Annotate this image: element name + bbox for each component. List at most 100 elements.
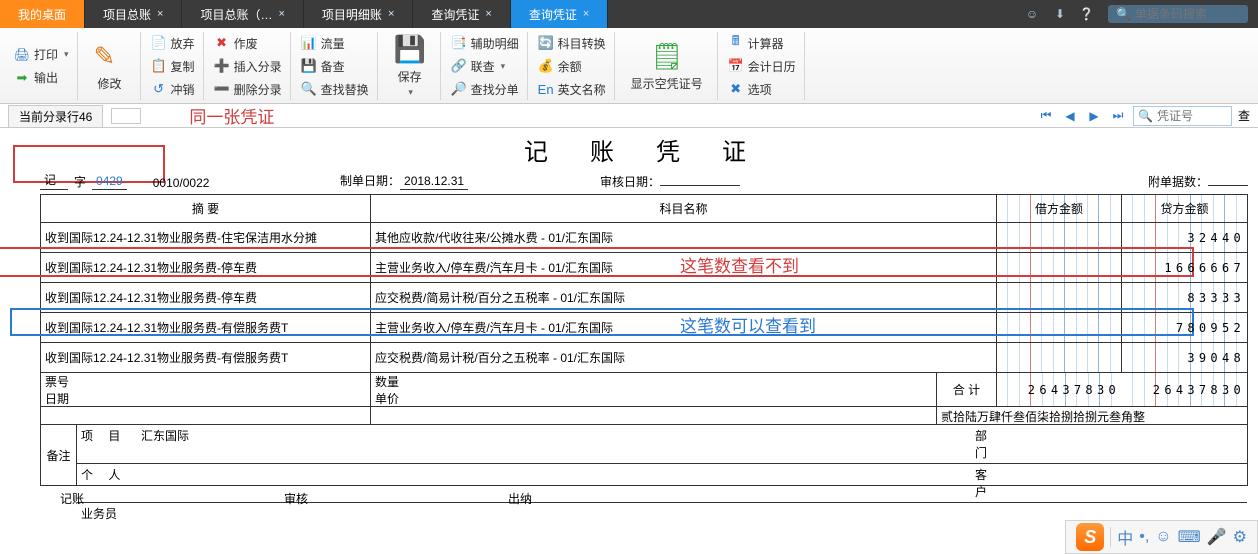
close-icon[interactable]: × [388, 8, 394, 20]
last-button[interactable]: ⏭ [1109, 107, 1127, 125]
price-label: 单价 [375, 390, 932, 407]
options-button[interactable]: ✖选项 [728, 80, 796, 99]
ime-emoji-button[interactable]: ☺ [1155, 528, 1171, 546]
ime-mic-button[interactable]: 🎤 [1207, 527, 1227, 547]
close-icon[interactable]: × [278, 8, 284, 20]
cell-debit [997, 343, 1122, 372]
person-label: 个 人 [77, 464, 137, 502]
english-name-button[interactable]: En英文名称 [538, 80, 606, 99]
header-account: 科目名称 [371, 195, 997, 222]
void-button[interactable]: ✖作废 [214, 34, 282, 53]
print-button[interactable]: 🖨打印▾ [14, 45, 69, 64]
tab-detail[interactable]: 项目明细账× [304, 0, 413, 28]
cell-debit [997, 283, 1122, 312]
table-row[interactable]: 收到国际12.24-12.31物业服务费-住宅保洁用水分摊其他应收款/代收往来/… [41, 223, 1247, 253]
voucher-area: 记 账 凭 证 记 字 0429 0010/0022 制单日期：2018.12.… [0, 128, 1258, 511]
prev-button[interactable]: ◀ [1061, 107, 1079, 125]
attach-label: 附单据数： [1148, 175, 1208, 189]
cell-summary: 收到国际12.24-12.31物业服务费-停车费 [41, 253, 371, 282]
ime-punct-button[interactable]: •, [1139, 528, 1149, 546]
close-icon[interactable]: × [485, 8, 491, 20]
help-icon[interactable]: ❔ [1079, 7, 1094, 21]
table-row[interactable]: 收到国际12.24-12.31物业服务费-有偿服务费T应交税费/简易计税/百分之… [41, 343, 1247, 373]
find-entry-button[interactable]: 🔎查找分单 [451, 80, 519, 99]
balance-button[interactable]: 💰余额 [538, 57, 606, 76]
barcode-input[interactable] [1135, 7, 1240, 21]
cell-account: 应交税费/简易计税/百分之五税率 - 01/汇东国际 [371, 283, 997, 312]
tab-ledger2[interactable]: 项目总账（…× [182, 0, 303, 28]
subject-switch-button[interactable]: 🔄科目转换 [538, 34, 606, 53]
delete-icon: ➖ [214, 81, 230, 97]
reverse-button[interactable]: ↺冲销 [151, 80, 195, 99]
insert-entry-button[interactable]: ➕插入分录 [214, 57, 282, 76]
cell-summary: 收到国际12.24-12.31物业服务费-停车费 [41, 283, 371, 312]
biz-label: 业务员 [77, 503, 137, 524]
table-row[interactable]: 收到国际12.24-12.31物业服务费-停车费应交税费/简易计税/百分之五税率… [41, 283, 1247, 313]
tab-query1[interactable]: 查询凭证× [413, 0, 510, 28]
table-row[interactable]: 收到国际12.24-12.31物业服务费-有偿服务费T主营业务收入/停车费/汽车… [41, 313, 1247, 343]
tab-desktop[interactable]: 我的桌面 [0, 0, 85, 28]
search-entry-icon: 🔎 [451, 81, 467, 97]
tab-ledger[interactable]: 项目总账× [85, 0, 182, 28]
close-icon[interactable]: × [157, 8, 163, 20]
ime-settings-button[interactable]: ⚙ [1233, 527, 1247, 547]
delete-entry-button[interactable]: ➖删除分录 [214, 80, 282, 99]
cell-credit: 39048 [1122, 343, 1247, 372]
ime-lang-button[interactable]: 中 [1117, 525, 1133, 549]
table-header: 摘 要 科目名称 借方金额 贷方金额 [41, 195, 1247, 223]
remark-label: 备注 [41, 425, 77, 485]
sig-jz: 记账 [60, 490, 84, 507]
switch-icon: 🔄 [538, 35, 554, 51]
header-debit: 借方金额 [997, 195, 1122, 222]
dept-value [997, 425, 1247, 463]
voucher-search[interactable]: 🔍 [1133, 106, 1232, 126]
backup-icon: 💾 [301, 58, 317, 74]
gear-icon: ✖ [728, 81, 744, 97]
project-label: 项 目 [77, 425, 137, 463]
annotation-cannot-view: 这笔数查看不到 [680, 252, 799, 277]
voucher-search-input[interactable] [1157, 109, 1227, 123]
ime-keyboard-button[interactable]: ⌨ [1178, 527, 1201, 547]
calendar-button[interactable]: 📅会计日历 [728, 57, 796, 76]
first-button[interactable]: ⏮ [1037, 107, 1055, 125]
sogou-icon[interactable]: S [1076, 523, 1104, 551]
save-button[interactable]: 💾保存▾ [388, 30, 432, 102]
ji-label: 记 [40, 171, 68, 190]
current-entry-tab[interactable]: 当前分录行46 [8, 105, 103, 127]
contact-button[interactable]: 🔗联查▾ [451, 57, 519, 76]
calculator-button[interactable]: 🖩计算器 [728, 34, 796, 53]
copy-icon: 📋 [151, 58, 167, 74]
search-voucher-button[interactable]: 查 [1238, 107, 1250, 124]
titlebar-right: ☺ ⬇ ❔ 🔍 [1023, 0, 1258, 28]
backup-button[interactable]: 💾备查 [301, 57, 369, 76]
user-icon[interactable]: ☺ [1023, 5, 1041, 23]
cloud-icon[interactable]: ⬇ [1055, 7, 1065, 21]
qty-label: 数量 [375, 373, 932, 390]
balance-icon: 💰 [538, 58, 554, 74]
copy-button[interactable]: 📋复制 [151, 57, 195, 76]
show-empty-button[interactable]: 🗒显示空凭证号 [625, 37, 709, 96]
modify-button[interactable]: ✎修改 [88, 37, 132, 96]
cell-credit: 83333 [1122, 283, 1247, 312]
customer-value [997, 464, 1247, 502]
next-button[interactable]: ▶ [1085, 107, 1103, 125]
barcode-search[interactable]: 🔍 [1108, 5, 1248, 23]
discard-button[interactable]: 📄放弃 [151, 34, 195, 53]
total-credit: 26437830 [1122, 373, 1247, 406]
tab-query2[interactable]: 查询凭证× [511, 0, 608, 28]
save-icon: 💾 [394, 34, 426, 66]
total-cn: 贰拾陆万肆仟叁佰柒拾捌拾捌元叁角整 [937, 407, 1247, 424]
insert-icon: ➕ [214, 58, 230, 74]
table-row[interactable]: 收到国际12.24-12.31物业服务费-停车费主营业务收入/停车费/汽车月卡 … [41, 253, 1247, 283]
export-button[interactable]: ➡输出 [14, 68, 69, 87]
close-icon[interactable]: × [583, 8, 589, 20]
flow-icon: 📊 [301, 35, 317, 51]
remark-section: 备注 项 目汇东国际部 门 个 人客 户 业务员 [41, 425, 1247, 485]
aux-detail-button[interactable]: 📑辅助明细 [451, 34, 519, 53]
sig-cn: 出纳 [508, 490, 532, 507]
find-replace-button[interactable]: 🔍查找替换 [301, 80, 369, 99]
printer-icon: 🖨 [14, 47, 30, 63]
audit-date [660, 184, 740, 186]
flow-button[interactable]: 📊流量 [301, 34, 369, 53]
entry-box[interactable] [111, 108, 141, 124]
